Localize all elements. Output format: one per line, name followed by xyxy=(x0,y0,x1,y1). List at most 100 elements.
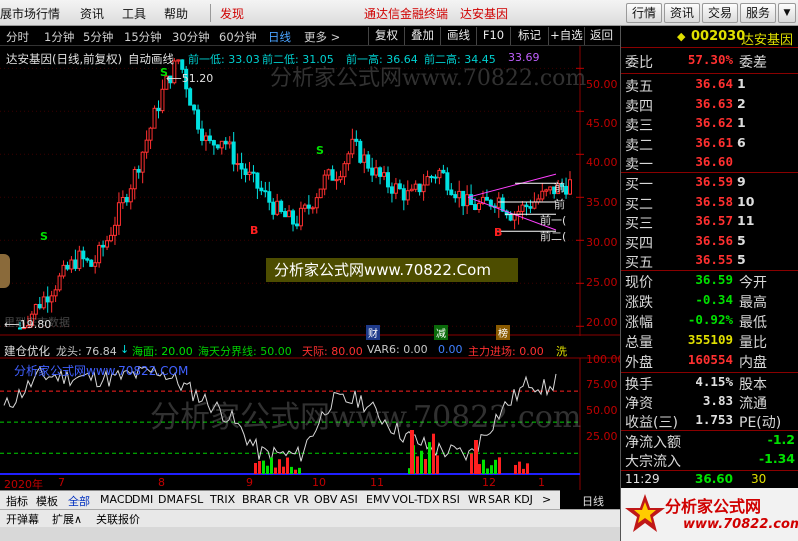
indicator-name[interactable]: 建仓优化 xyxy=(4,343,50,359)
side-expand-handle[interactable] xyxy=(0,254,10,288)
inflow-bar xyxy=(526,463,529,474)
tab-brar[interactable]: BRAR xyxy=(242,493,272,506)
period-tab-1min[interactable]: 1分钟 xyxy=(44,29,74,45)
draw-line-button[interactable]: 画线 xyxy=(440,27,476,45)
candle-body xyxy=(294,223,299,227)
dropdown-arrow-icon[interactable]: ◆ xyxy=(677,30,685,43)
f10-button[interactable]: F10 xyxy=(476,27,510,45)
tab-dma[interactable]: DMA xyxy=(158,493,184,506)
tab-template[interactable]: 模板 xyxy=(36,493,58,509)
menu-help[interactable]: 帮助 xyxy=(164,5,188,22)
ask-3-volume: 1 xyxy=(737,115,746,130)
tab-all[interactable]: 全部 xyxy=(68,493,90,509)
stock-name: 达安基因 xyxy=(741,33,794,48)
mark-button[interactable]: 标记 xyxy=(510,27,548,45)
tab-more[interactable]: > xyxy=(542,493,551,506)
expand-toggle[interactable]: 扩展∧ xyxy=(52,511,82,527)
tab-dmi[interactable]: DMI xyxy=(132,493,153,506)
tab-wr[interactable]: WR xyxy=(468,493,487,506)
tab-indicator[interactable]: 指标 xyxy=(6,493,28,509)
period-tab-15min[interactable]: 15分钟 xyxy=(124,29,162,45)
stat-5-row: 外盘 160554 内盘 xyxy=(621,352,798,372)
line-label-3: 前一( xyxy=(540,214,567,227)
candle-body xyxy=(235,163,240,166)
news-button[interactable]: 资讯 xyxy=(664,3,700,23)
tab-fsl[interactable]: FSL xyxy=(184,493,203,506)
chart-header-title: 达安基因(日线,前复权) xyxy=(6,52,123,66)
period-tab-60min[interactable]: 60分钟 xyxy=(219,29,257,45)
candle-body xyxy=(437,169,442,179)
period-tab-30min[interactable]: 30分钟 xyxy=(172,29,210,45)
indicator-label-sea: 海面: 20.00 xyxy=(132,345,193,358)
tab-trix[interactable]: TRIX xyxy=(210,493,235,506)
service-button[interactable]: 服务 xyxy=(740,3,776,23)
stat2-2-value: 3.83 xyxy=(702,393,733,408)
period-tab-more[interactable]: 更多 > xyxy=(304,29,340,45)
tab-asi[interactable]: ASI xyxy=(340,493,358,506)
candle-body xyxy=(73,259,78,269)
weibi-label: 委比 xyxy=(625,55,653,71)
menu-market[interactable]: 展市场行情 xyxy=(0,5,60,22)
peak-price-label: ⟵51.20 xyxy=(166,72,214,85)
tab-rsi[interactable]: RSI xyxy=(442,493,460,506)
back-button[interactable]: 返回 xyxy=(584,27,618,45)
candle-body xyxy=(160,88,165,112)
indicator-panel[interactable]: 建仓优化 龙头: 76.84 ↓ 海面: 20.00 海天分界线: 50.00 … xyxy=(0,340,625,491)
tick-time: 11:29 xyxy=(625,472,660,486)
tab-kdj[interactable]: KDJ xyxy=(514,493,533,506)
period-tab-intraday[interactable]: 分时 xyxy=(6,29,29,45)
outflow-bar xyxy=(428,442,431,474)
tab-vr[interactable]: VR xyxy=(294,493,309,506)
danmaku-toggle[interactable]: 开弹幕 xyxy=(6,511,39,527)
candlestick-chart[interactable]: 达安基因(日线,前复权) 自动画线 前一低: 33.03 前二低: 31.05 … xyxy=(0,46,620,340)
x-label-10: 10 xyxy=(312,476,326,489)
period-tab-5min[interactable]: 5分钟 xyxy=(83,29,113,45)
bid-4-value: 36.56 xyxy=(695,232,733,248)
stat2-1-row: 换手 4.15% 股本 xyxy=(621,374,798,394)
stat-5-label2: 内盘 xyxy=(739,355,767,371)
bid-5-volume: 5 xyxy=(737,252,746,267)
y-tick-40: 40.00 xyxy=(586,156,618,169)
tab-macd[interactable]: MACD xyxy=(100,493,133,506)
candle-body xyxy=(508,214,513,221)
event-finance-mark[interactable]: 财 xyxy=(366,325,380,340)
candle-body xyxy=(45,296,50,303)
menu-tools[interactable]: 工具 xyxy=(122,5,146,22)
candle-body xyxy=(49,295,54,303)
tab-obv[interactable]: OBV xyxy=(314,493,337,506)
inflow-bar xyxy=(254,463,257,474)
tab-emv[interactable]: EMV xyxy=(366,493,390,506)
related-quote-button[interactable]: 关联报价 xyxy=(96,511,140,527)
period-tab-daily[interactable]: 日线 xyxy=(268,29,291,45)
y-tick-30: 30.00 xyxy=(586,236,618,249)
candle-body xyxy=(548,186,553,191)
tab-sar[interactable]: SAR xyxy=(488,493,510,506)
candle-body xyxy=(77,250,82,269)
candle-body xyxy=(370,167,375,176)
tab-vol-tdx[interactable]: VOL-TDX xyxy=(392,493,440,506)
menu-discover[interactable]: 发现 xyxy=(220,5,244,22)
stat-3-row: 涨幅 -0.92% 最低 xyxy=(621,312,798,332)
line-label-4: 前二( xyxy=(540,230,567,243)
candle-body xyxy=(326,169,331,176)
candle-body xyxy=(239,163,244,170)
candle-body xyxy=(223,140,228,145)
candle-body xyxy=(453,194,458,199)
menu-news[interactable]: 资讯 xyxy=(80,5,104,22)
tab-cr[interactable]: CR xyxy=(274,493,289,506)
star-logo-icon xyxy=(625,494,665,532)
ad-banner[interactable]: 分析家公式网www.70822.Com xyxy=(266,258,518,282)
event-list-mark[interactable]: 榜 xyxy=(496,325,510,340)
overlay-button[interactable]: 叠加 xyxy=(404,27,440,45)
adjust-button[interactable]: 复权 xyxy=(368,27,404,45)
inflow-bar xyxy=(282,466,285,474)
trade-button[interactable]: 交易 xyxy=(702,3,738,23)
extension-bar: 开弹幕 扩展∧ 关联报价 xyxy=(0,509,620,527)
outflow-bar xyxy=(494,459,497,474)
quote-button[interactable]: 行情 xyxy=(626,3,662,23)
candle-body xyxy=(231,141,236,165)
event-reduce-mark[interactable]: 减 xyxy=(434,325,448,340)
menu-expand-icon[interactable]: ▼ xyxy=(778,3,796,23)
ind-y-tick-75: 75.00 xyxy=(586,378,618,391)
add-favorite-button[interactable]: +自选 xyxy=(548,27,584,45)
